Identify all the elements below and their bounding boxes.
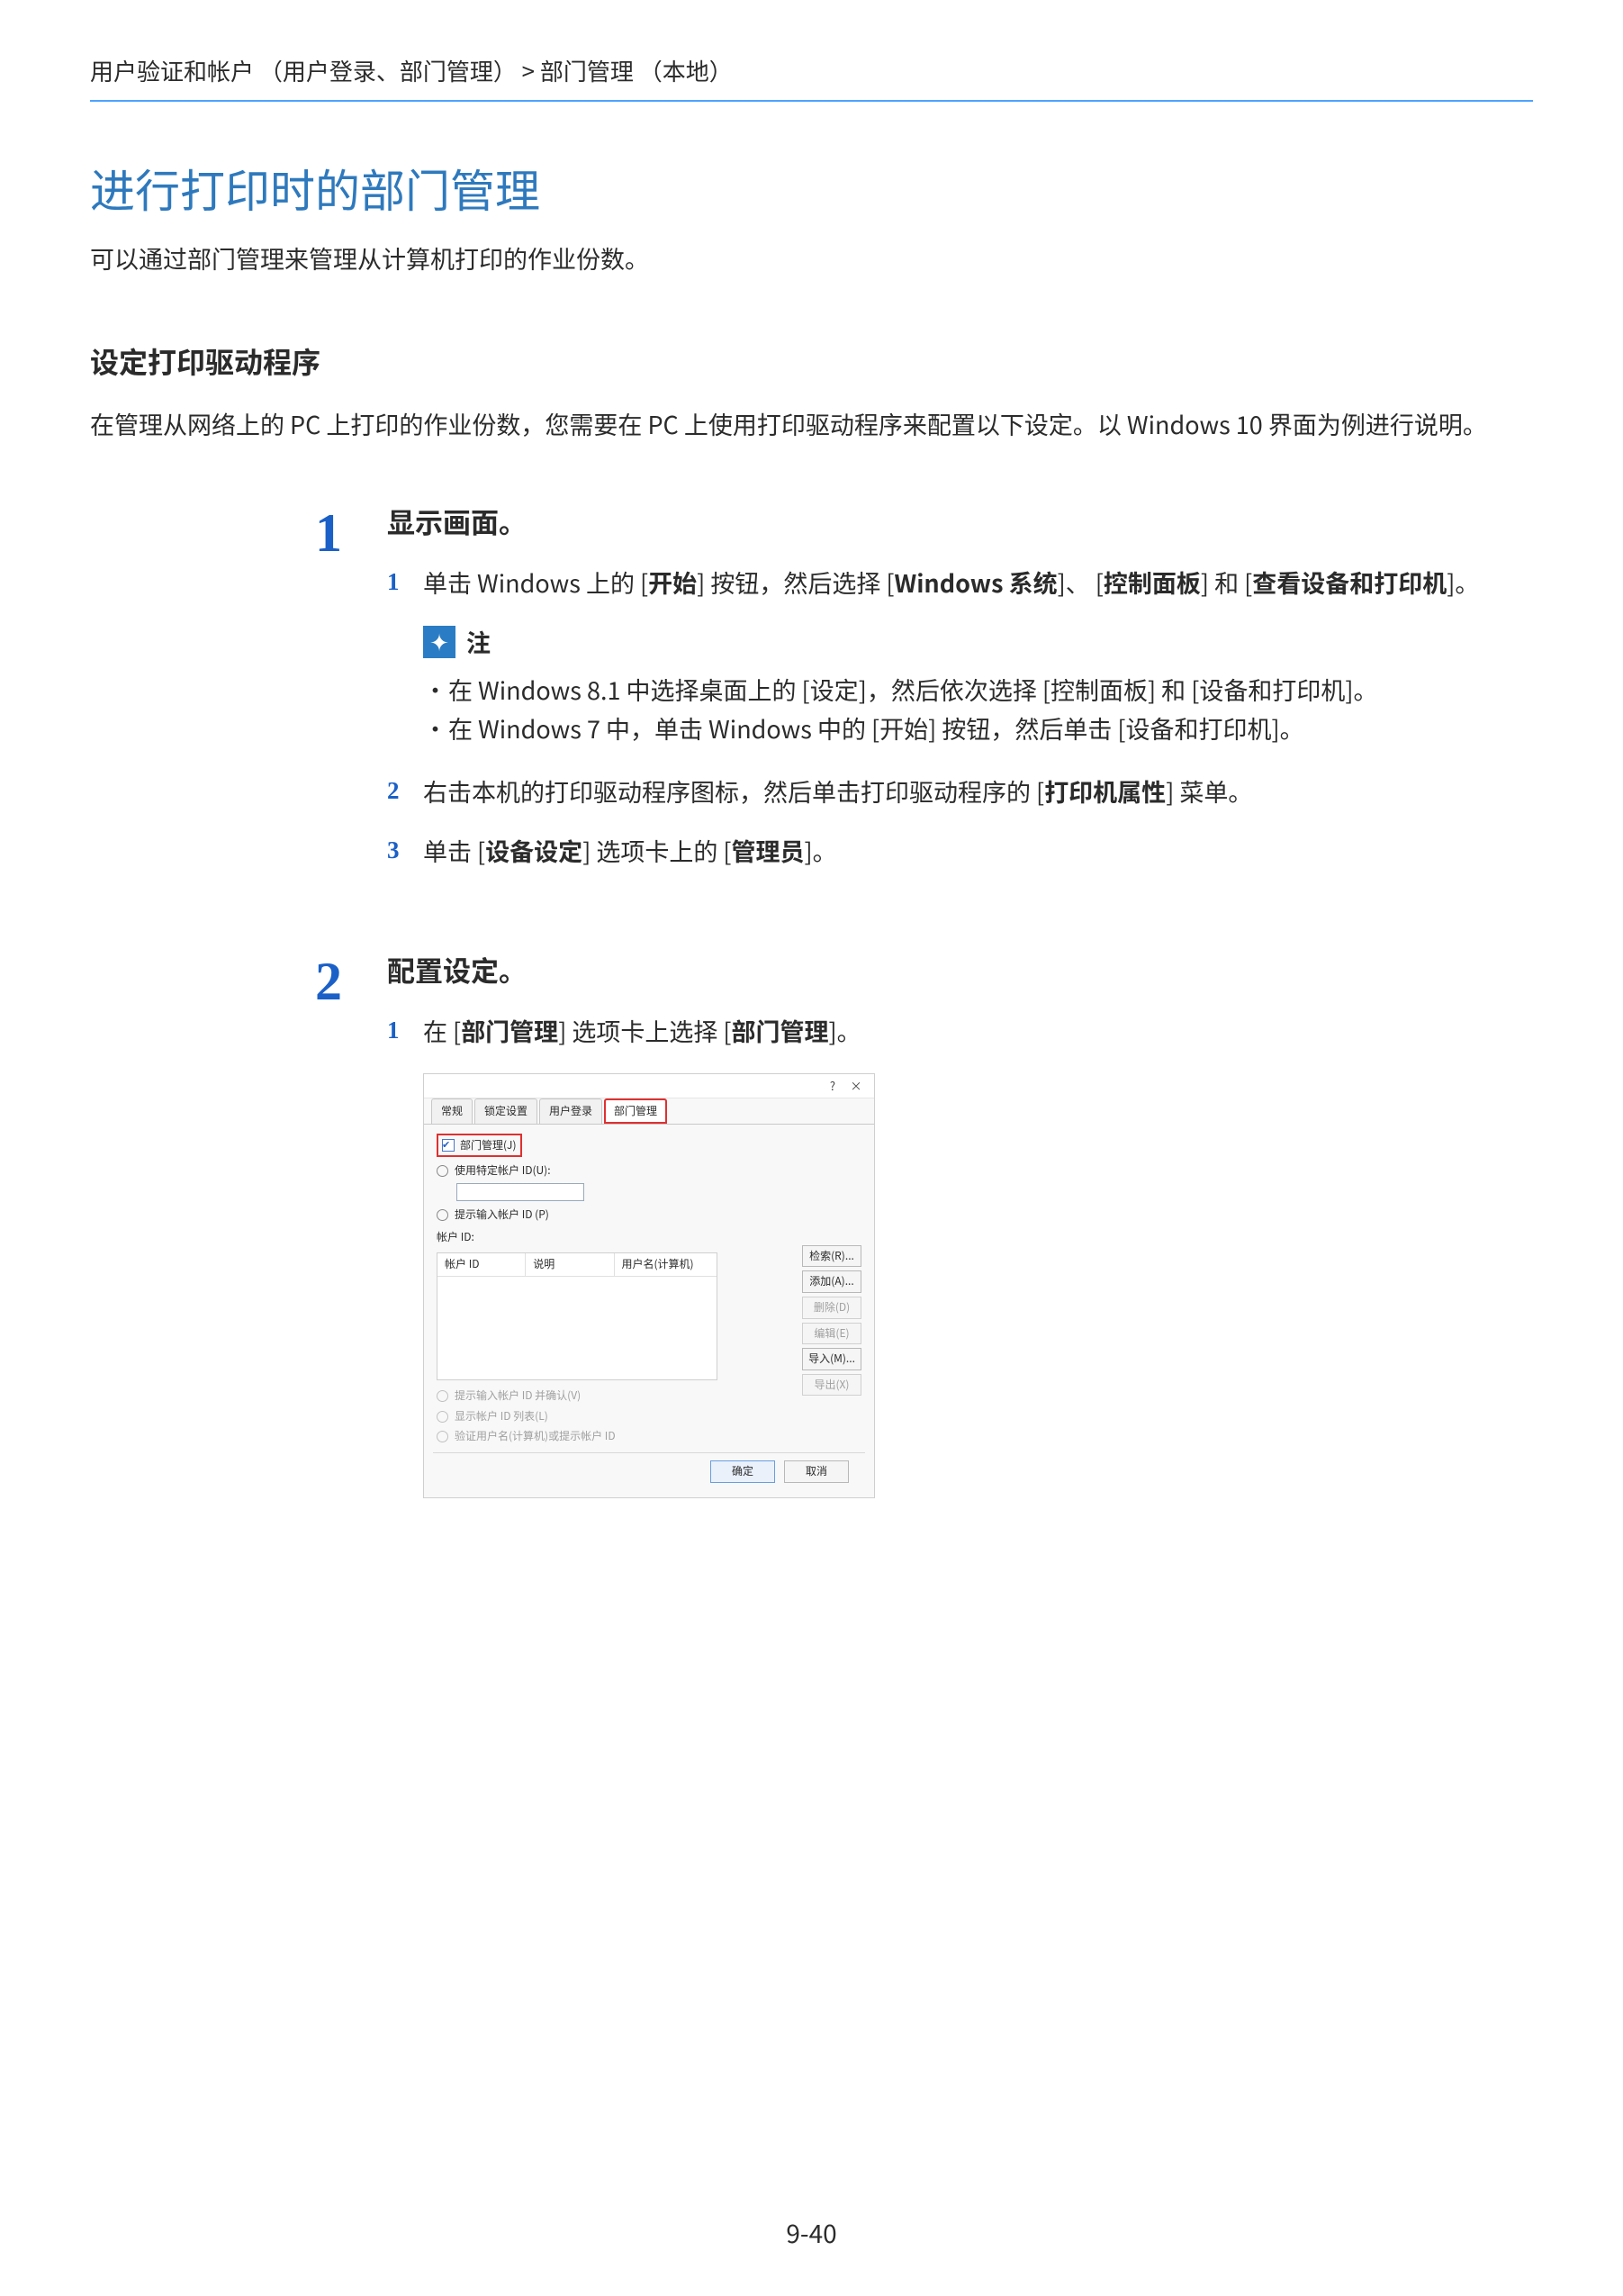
import-button[interactable]: 导入(M)... xyxy=(802,1348,861,1370)
step-1-sub-1: 1 单击 Windows 上的 [开始] 按钮，然后选择 [Windows 系统… xyxy=(387,564,1533,601)
step-1: 1 显示画面。 1 单击 Windows 上的 [开始] 按钮，然后选择 [Wi… xyxy=(90,506,1533,891)
dialog-screenshot: 1 2 ? × 常规 锁定设置 用户登录 部门管理 xyxy=(423,1073,902,1498)
step-2: 2 配置设定。 1 在 [部门管理] 选项卡上选择 [部门管理]。 1 2 xyxy=(90,954,1533,1498)
page-title: 进行打印时的部门管理 xyxy=(90,156,1533,221)
section-body: 在管理从网络上的 PC 上打印的作业份数，您需要在 PC 上使用打印驱动程序来配… xyxy=(90,405,1533,443)
specific-account-input[interactable] xyxy=(456,1183,584,1201)
tab-lock-settings[interactable]: 锁定设置 xyxy=(474,1098,537,1124)
breadcrumb: 用户验证和帐户 （用户登录、部门管理） > 部门管理 （本地） xyxy=(90,54,1533,102)
account-id-table: 帐户 ID 说明 用户名(计算机) xyxy=(437,1252,717,1380)
step-1-title: 显示画面。 xyxy=(387,506,1533,537)
export-button[interactable]: 导出(X) xyxy=(802,1374,861,1397)
tab-user-login[interactable]: 用户登录 xyxy=(539,1098,602,1124)
step-2-title: 配置设定。 xyxy=(387,954,1533,985)
job-accounting-checkbox-label: 部门管理(J) xyxy=(460,1137,517,1154)
help-icon[interactable]: ? xyxy=(824,1077,842,1095)
substep-text: 在 [部门管理] 选项卡上选择 [部门管理]。 xyxy=(423,1012,1533,1050)
radio-prompt-account[interactable] xyxy=(437,1209,448,1221)
substep-text: 单击 Windows 上的 [开始] 按钮，然后选择 [Windows 系统]、… xyxy=(423,564,1533,601)
note-icon: ✦ xyxy=(423,626,455,658)
step-1-sub-2: 2 右击本机的打印驱动程序图标，然后单击打印驱动程序的 [打印机属性] 菜单。 xyxy=(387,773,1533,810)
step-1-sub-3: 3 单击 [设备设定] 选项卡上的 [管理员]。 xyxy=(387,832,1533,870)
th-username: 用户名(计算机) xyxy=(615,1253,717,1276)
substep-number: 3 xyxy=(387,832,423,870)
radio-verify-user xyxy=(437,1431,448,1442)
radio-specific-account[interactable] xyxy=(437,1165,448,1177)
account-id-label: 帐户 ID: xyxy=(437,1229,861,1246)
intro-paragraph: 可以通过部门管理来管理从计算机打印的作业份数。 xyxy=(90,240,1533,276)
radio-prompt-confirm-label: 提示输入帐户 ID 并确认(V) xyxy=(455,1388,581,1405)
th-account-id: 帐户 ID xyxy=(437,1253,526,1276)
step-2-sub-1: 1 在 [部门管理] 选项卡上选择 [部门管理]。 xyxy=(387,1012,1533,1050)
radio-verify-user-label: 验证用户名(计算机)或提示帐户 ID xyxy=(455,1428,616,1445)
step-1-number: 1 xyxy=(90,506,387,891)
substep-number: 1 xyxy=(387,1012,423,1050)
note-item-1: 在 Windows 8.1 中选择桌面上的 [设定]，然后依次选择 [控制面板]… xyxy=(448,670,1378,709)
add-button[interactable]: 添加(A)... xyxy=(802,1270,861,1293)
substep-number: 2 xyxy=(387,773,423,810)
close-icon[interactable]: × xyxy=(847,1077,865,1095)
radio-prompt-account-label: 提示输入帐户 ID (P) xyxy=(455,1207,549,1224)
dialog-title-bar: ? × xyxy=(424,1074,874,1098)
retrieve-button[interactable]: 检索(R)... xyxy=(802,1245,861,1268)
ok-button[interactable]: 确定 xyxy=(710,1460,775,1483)
note-item-2: 在 Windows 7 中，单击 Windows 中的 [开始] 按钮，然后单击… xyxy=(448,709,1304,747)
job-accounting-checkbox[interactable] xyxy=(442,1139,455,1152)
note-title: 注 xyxy=(466,623,491,661)
substep-text: 单击 [设备设定] 选项卡上的 [管理员]。 xyxy=(423,832,1533,870)
radio-show-list xyxy=(437,1411,448,1423)
th-description: 说明 xyxy=(526,1253,614,1276)
tab-job-accounting[interactable]: 部门管理 xyxy=(604,1098,667,1124)
page-number: 9-40 xyxy=(0,2215,1623,2251)
radio-show-list-label: 显示帐户 ID 列表(L) xyxy=(455,1408,548,1425)
substep-text: 右击本机的打印驱动程序图标，然后单击打印驱动程序的 [打印机属性] 菜单。 xyxy=(423,773,1533,810)
edit-button[interactable]: 编辑(E) xyxy=(802,1323,861,1345)
job-accounting-checkbox-row[interactable]: 部门管理(J) xyxy=(437,1134,522,1158)
section-heading: 设定打印驱动程序 xyxy=(90,340,1533,382)
step-2-number: 2 xyxy=(90,954,387,1498)
substep-number: 1 xyxy=(387,564,423,601)
note-box: ✦ 注 • 在 Windows 8.1 中选择桌面上的 [设定]，然后依次选择 … xyxy=(423,623,1533,747)
radio-specific-account-label: 使用特定帐户 ID(U): xyxy=(455,1162,551,1180)
cancel-button[interactable]: 取消 xyxy=(784,1460,849,1483)
delete-button[interactable]: 删除(D) xyxy=(802,1297,861,1319)
tab-general[interactable]: 常规 xyxy=(431,1098,473,1124)
radio-prompt-confirm xyxy=(437,1390,448,1402)
